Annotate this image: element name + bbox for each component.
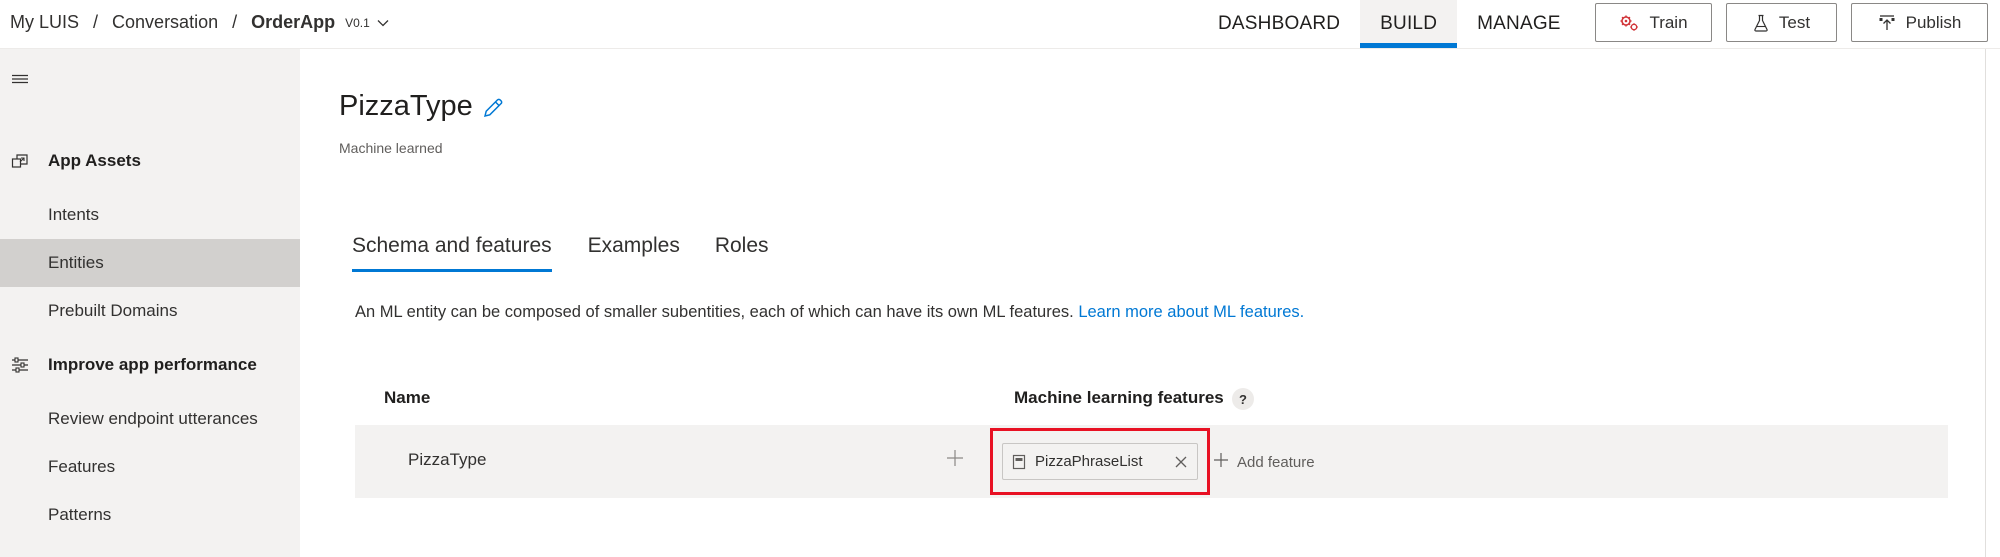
pencil-edit-icon[interactable] — [481, 96, 505, 120]
publish-label: Publish — [1905, 12, 1962, 32]
entity-tabs: Schema and features Examples Roles — [352, 230, 769, 272]
hamburger-menu-icon[interactable] — [11, 72, 29, 86]
sidebar-item-prebuilt-domains[interactable]: Prebuilt Domains — [0, 287, 300, 335]
flask-icon — [1753, 14, 1769, 32]
add-subentity-plus-icon[interactable] — [946, 449, 964, 467]
learn-more-link[interactable]: Learn more about ML features. — [1078, 303, 1304, 321]
publish-icon — [1878, 14, 1896, 32]
sidebar-group-app-assets[interactable]: App Assets — [0, 137, 300, 185]
sidebar-group-improve-performance[interactable]: Improve app performance — [0, 341, 300, 389]
row-entity-name[interactable]: PizzaType — [408, 450, 486, 470]
sidebar-group-label: App Assets — [48, 151, 141, 170]
help-icon[interactable]: ? — [1232, 388, 1254, 410]
column-header-name: Name — [384, 388, 431, 407]
tab-schema-and-features[interactable]: Schema and features — [352, 230, 552, 272]
tab-examples[interactable]: Examples — [588, 230, 680, 272]
sliders-icon — [10, 355, 30, 375]
train-button[interactable]: Train — [1595, 3, 1712, 42]
sidebar-item-features[interactable]: Features — [0, 443, 300, 491]
breadcrumb-separator: / — [232, 12, 238, 32]
breadcrumb: My LUIS / Conversation / OrderApp V0.1 — [10, 0, 390, 45]
nav-tab-build[interactable]: BUILD — [1360, 0, 1458, 48]
top-bar: My LUIS / Conversation / OrderApp V0.1 D… — [0, 0, 2000, 49]
test-button[interactable]: Test — [1726, 3, 1837, 42]
sidebar-item-intents[interactable]: Intents — [0, 191, 300, 239]
feature-chip-label: PizzaPhraseList — [1035, 453, 1143, 470]
add-feature-label: Add feature — [1237, 453, 1315, 471]
breadcrumb-conversation[interactable]: Conversation — [112, 12, 218, 33]
test-label: Test — [1778, 12, 1811, 32]
nav-tab-dashboard[interactable]: DASHBOARD — [1198, 0, 1360, 48]
description: An ML entity can be composed of smaller … — [355, 303, 1304, 322]
sidebar-item-entities[interactable]: Entities — [0, 239, 300, 287]
entity-type: Machine learned — [339, 140, 443, 156]
description-text: An ML entity can be composed of smaller … — [355, 303, 1079, 321]
column-header-ml-features: Machine learning features — [1014, 388, 1224, 407]
nav-tab-manage[interactable]: MANAGE — [1457, 0, 1581, 48]
app-assets-icon — [10, 151, 30, 171]
close-icon[interactable] — [1174, 455, 1188, 469]
sidebar-group-label: Improve app performance — [48, 355, 257, 374]
page-title: PizzaType — [339, 90, 473, 122]
feature-chip[interactable]: PizzaPhraseList — [1002, 443, 1198, 480]
chevron-down-icon[interactable] — [376, 16, 390, 30]
train-label: Train — [1649, 12, 1688, 32]
breadcrumb-app-name[interactable]: OrderApp — [251, 12, 335, 33]
sidebar-item-review-endpoint-utterances[interactable]: Review endpoint utterances — [0, 395, 300, 443]
publish-button[interactable]: Publish — [1851, 3, 1988, 42]
tab-roles[interactable]: Roles — [715, 230, 769, 272]
sidebar-item-patterns[interactable]: Patterns — [0, 491, 300, 539]
sidebar: App Assets Intents Entities Prebuilt Dom… — [0, 49, 300, 557]
phrase-list-icon — [1012, 454, 1026, 470]
app-version[interactable]: V0.1 — [345, 16, 370, 30]
breadcrumb-separator: / — [93, 12, 99, 32]
scrollbar-edge — [1985, 49, 1986, 557]
main-nav: DASHBOARD BUILD MANAGE — [1198, 0, 1581, 48]
gears-icon — [1619, 14, 1639, 32]
breadcrumb-my-luis[interactable]: My LUIS — [10, 12, 79, 33]
add-feature-button[interactable]: Add feature — [1213, 451, 1315, 473]
plus-icon — [1213, 452, 1229, 472]
